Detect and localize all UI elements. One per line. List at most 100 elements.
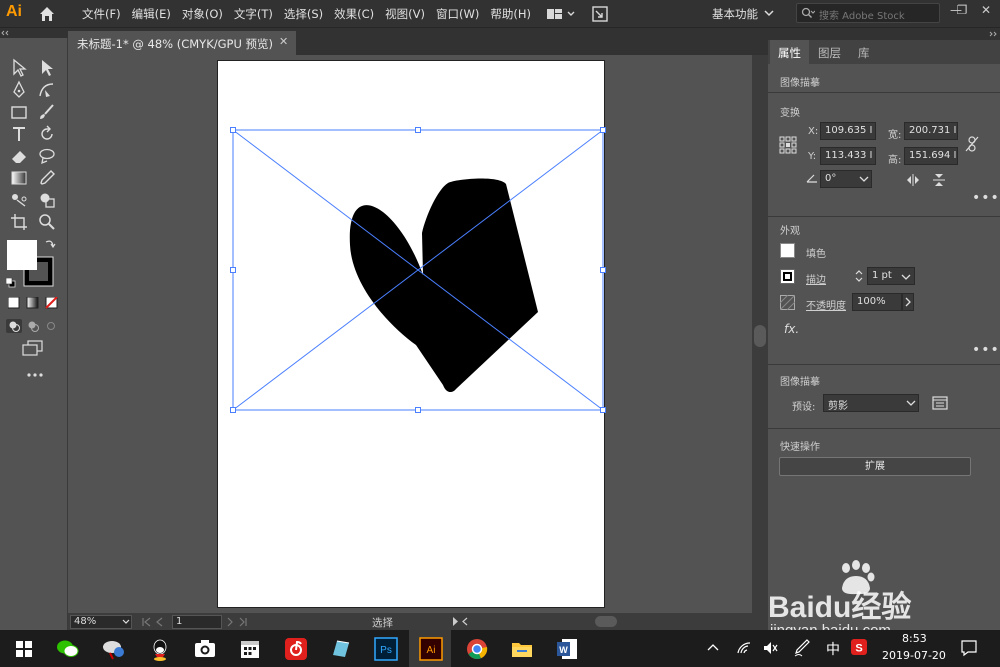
curvature-tool-icon[interactable] xyxy=(37,80,57,100)
menu-edit[interactable]: 编辑(E) xyxy=(132,6,171,22)
chevron-down-icon[interactable] xyxy=(122,619,130,625)
reference-point-icon[interactable] xyxy=(779,136,797,154)
drawing-modes-icon[interactable] xyxy=(6,319,60,333)
constrain-proportions-icon[interactable] xyxy=(965,136,979,152)
file-explorer-icon[interactable] xyxy=(508,635,536,663)
menu-type[interactable]: 文字(T) xyxy=(234,6,273,22)
volume-icon[interactable] xyxy=(763,641,779,655)
wechat-icon[interactable] xyxy=(54,635,82,663)
color-mode-buttons[interactable] xyxy=(8,297,58,309)
paintbrush-tool-icon[interactable] xyxy=(37,102,57,122)
zoom-tool-icon[interactable] xyxy=(37,212,57,232)
lasso-tool-icon[interactable] xyxy=(37,146,57,166)
home-icon[interactable] xyxy=(38,5,56,23)
stroke-swatch[interactable] xyxy=(780,269,795,284)
app-icon[interactable] xyxy=(327,635,355,663)
status-menu-icon[interactable] xyxy=(450,616,470,627)
fill-swatch[interactable] xyxy=(780,243,795,258)
artboard-tool-icon[interactable] xyxy=(9,212,29,232)
opacity-label[interactable]: 不透明度 xyxy=(806,297,846,312)
tab-properties[interactable]: 属性 xyxy=(770,40,809,64)
chevron-right-icon[interactable] xyxy=(902,293,914,311)
menu-select[interactable]: 选择(S) xyxy=(284,6,323,22)
panel-header[interactable] xyxy=(768,28,1000,40)
word-icon[interactable]: W xyxy=(553,635,581,663)
next-last-artboard-icon[interactable] xyxy=(226,617,262,627)
wifi-icon[interactable] xyxy=(736,641,752,655)
blend-tool-icon[interactable] xyxy=(9,190,29,210)
close-tab-icon[interactable]: ✕ xyxy=(279,35,288,48)
pen-tool-icon[interactable] xyxy=(9,80,29,100)
flip-vertical-icon[interactable] xyxy=(932,174,946,186)
camera-icon[interactable] xyxy=(191,635,219,663)
height-field[interactable]: 151.694 I xyxy=(904,147,958,165)
stroke-label[interactable]: 描边 xyxy=(806,271,826,286)
tab-libraries[interactable]: 库 xyxy=(850,40,878,64)
arrange-documents-button[interactable] xyxy=(546,6,578,22)
selection-tool-icon[interactable] xyxy=(9,58,29,78)
action-center-icon[interactable] xyxy=(960,639,978,657)
first-prev-artboard-icon[interactable] xyxy=(140,617,170,627)
gpu-performance-icon[interactable] xyxy=(591,5,609,23)
toolbar-header[interactable] xyxy=(0,28,68,38)
calendar-icon[interactable] xyxy=(236,635,264,663)
sogou-ime-icon[interactable]: S xyxy=(850,638,868,656)
appearance-more-options[interactable]: ••• xyxy=(972,342,1000,358)
y-position-field[interactable]: 113.433 I xyxy=(820,147,876,165)
default-colors-icon[interactable] xyxy=(6,278,16,288)
chevron-down-icon[interactable] xyxy=(906,400,916,406)
stock-search-input[interactable]: 搜索 Adobe Stock xyxy=(796,3,940,23)
screen-mode-icon[interactable] xyxy=(22,340,44,356)
show-hidden-icons-chevron[interactable] xyxy=(706,642,720,652)
windows-start-icon[interactable] xyxy=(10,635,38,663)
ime-indicator[interactable]: 中 xyxy=(826,639,840,659)
menu-object[interactable]: 对象(O) xyxy=(182,6,223,22)
menu-view[interactable]: 视图(V) xyxy=(385,6,425,22)
clock-date[interactable]: 2019-07-20 xyxy=(882,649,946,662)
netease-music-icon[interactable] xyxy=(282,635,310,663)
app-icon[interactable] xyxy=(100,635,128,663)
eyedropper-tool-icon[interactable] xyxy=(37,168,57,188)
eraser-tool-icon[interactable] xyxy=(9,146,29,166)
vertical-scrollbar[interactable] xyxy=(752,55,768,613)
menu-file[interactable]: 文件(F) xyxy=(82,6,121,22)
menu-help[interactable]: 帮助(H) xyxy=(490,6,531,22)
illustrator-icon[interactable]: Ai xyxy=(417,635,445,663)
stroke-stepper-icon[interactable] xyxy=(854,268,864,284)
width-field[interactable]: 200.731 I xyxy=(904,122,958,140)
menu-effect[interactable]: 效果(C) xyxy=(334,6,374,22)
swap-colors-icon[interactable] xyxy=(44,238,56,250)
document-tab[interactable]: 未标题-1* @ 48% (CMYK/GPU 预览) ✕ xyxy=(68,31,296,55)
photoshop-icon[interactable]: Ps xyxy=(372,635,400,663)
trace-preset-select[interactable]: 剪影 xyxy=(823,394,919,412)
clock-time[interactable]: 8:53 xyxy=(902,632,927,645)
gradient-tool-icon[interactable] xyxy=(9,168,29,188)
pen-input-icon[interactable] xyxy=(793,638,811,658)
chrome-icon[interactable] xyxy=(463,635,491,663)
x-position-field[interactable]: 109.635 I xyxy=(820,122,876,140)
rotate-tool-icon[interactable] xyxy=(37,124,57,144)
qq-icon[interactable] xyxy=(146,635,174,663)
opacity-field[interactable]: 100% xyxy=(852,293,902,311)
transform-more-options[interactable]: ••• xyxy=(972,190,1000,206)
trace-options-icon[interactable] xyxy=(932,395,948,411)
canvas-area[interactable] xyxy=(68,55,752,613)
close-window-button[interactable]: ✕ xyxy=(976,3,996,21)
artboard-number-field[interactable]: 1 xyxy=(172,615,222,629)
direct-selection-tool-icon[interactable] xyxy=(37,58,57,78)
menu-window[interactable]: 窗口(W) xyxy=(436,6,479,22)
horizontal-scroll-thumb[interactable] xyxy=(595,616,617,627)
restore-button[interactable]: ❐ xyxy=(952,3,972,21)
chevron-down-icon[interactable] xyxy=(901,274,911,280)
expand-button[interactable]: 扩展 xyxy=(779,457,971,476)
more-tools-icon[interactable] xyxy=(25,371,45,379)
chevron-down-icon[interactable] xyxy=(859,176,869,182)
vertical-scroll-thumb[interactable] xyxy=(754,325,766,347)
chevron-down-icon[interactable] xyxy=(764,8,774,18)
workspace-switcher[interactable]: 基本功能 xyxy=(712,6,758,22)
type-tool-icon[interactable] xyxy=(9,124,29,144)
tab-layers[interactable]: 图层 xyxy=(810,40,849,64)
shape-builder-tool-icon[interactable] xyxy=(37,190,57,210)
rectangle-tool-icon[interactable] xyxy=(9,102,29,122)
flip-horizontal-icon[interactable] xyxy=(906,174,920,186)
